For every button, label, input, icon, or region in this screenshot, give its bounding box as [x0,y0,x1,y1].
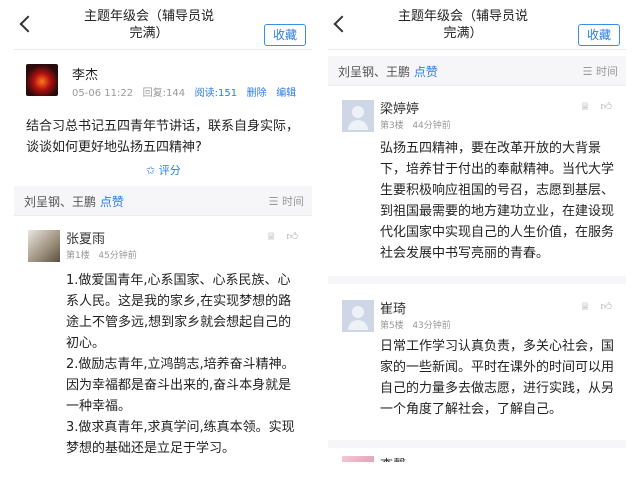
top-bar: 主题年级会（辅导员说 完满） 收藏 [328,0,626,50]
commenter-name[interactable]: 梁婷婷 [380,98,419,117]
award-icon[interactable]: ♕ [580,100,590,113]
right-screen: 主题年级会（辅导员说 完满） 收藏 刘呈钢、王鹏 点赞 ☰ 时间 梁婷婷 第3楼… [328,0,626,480]
favorite-button[interactable]: 收藏 [578,24,620,46]
sort-button[interactable]: ☰ 时间 [269,193,304,209]
comment-meta: 第3楼 44分钟前 [380,118,451,131]
top-bar: 主题年级会（辅导员说 完满） 收藏 [14,0,312,50]
bottom-edge [0,462,640,480]
comment-item: 张夏雨 第1楼 45分钟前 ♕ 👍︎ 1.做爱国青年,心系国家、心系民族、心系人… [14,218,312,468]
like-list: 刘呈钢、王鹏 点赞 [338,63,438,80]
like-bar: 刘呈钢、王鹏 点赞 ☰ 时间 [328,56,626,86]
title-line-2: 完满） [443,26,483,41]
comment-meta: 第1楼 45分钟前 [66,248,137,261]
thumb-up-icon[interactable]: 👍︎ [601,300,613,313]
floor-number: 第1楼 [66,251,90,261]
post-date: 05-06 11:22 [72,88,134,99]
rate-label: 评分 [158,164,181,177]
reply-count: 回复:144 [142,88,186,99]
comment-time: 44分钟前 [412,121,451,131]
back-chevron-icon[interactable] [333,15,351,33]
commenter-name[interactable]: 张夏雨 [66,228,105,247]
award-icon[interactable]: ♕ [580,300,590,313]
liker-names[interactable]: 刘呈钢、王鹏 [24,195,96,209]
floor-number: 第5楼 [380,321,404,331]
sort-icon: ☰ [268,195,279,208]
edit-link[interactable]: 编辑 [276,88,296,99]
like-list: 刘呈钢、王鹏 点赞 [24,193,124,210]
sort-label: 时间 [282,195,304,208]
sort-icon: ☰ [582,65,593,78]
comment-time: 45分钟前 [98,251,137,261]
read-count: 阅读:151 [194,88,238,99]
back-chevron-icon[interactable] [19,15,37,33]
sort-button[interactable]: ☰ 时间 [583,63,618,79]
comment-actions: ♕ 👍︎ [580,300,612,313]
post-meta: 05-06 11:22 回复:144 阅读:151 删除 编辑 [72,84,296,99]
liker-names[interactable]: 刘呈钢、王鹏 [338,65,410,79]
main-post: 李杰 05-06 11:22 回复:144 阅读:151 删除 编辑 结合习总书… [14,52,312,180]
page-title: 主题年级会（辅导员说 完满） [388,8,538,42]
commenter-avatar[interactable] [28,230,60,262]
title-line-1: 主题年级会（辅导员说 [397,9,528,24]
comment-body: 日常工作学习认真负责，多关心社会，国家的一些新闻。平时在课外的时间可以用自己的力… [380,339,615,417]
thumb-up-icon[interactable]: 👍︎ [601,100,613,113]
sort-label: 时间 [596,65,618,78]
floor-number: 第3楼 [380,121,404,131]
delete-link[interactable]: 删除 [247,88,267,99]
comment-actions: ♕ 👍︎ [266,230,298,243]
left-screen: 主题年级会（辅导员说 完满） 收藏 李杰 05-06 11:22 回复:144 … [14,0,312,480]
author-name[interactable]: 李杰 [72,64,98,83]
like-bar: 刘呈钢、王鹏 点赞 ☰ 时间 [14,186,312,216]
comment-meta: 第5楼 43分钟前 [380,318,451,331]
comment-actions: ♕ 👍︎ [580,100,612,113]
rating-icon: ✩ [146,164,156,177]
award-icon[interactable]: ♕ [266,230,276,243]
comment-item: 崔琦 第5楼 43分钟前 ♕ 👍︎ 日常工作学习认真负责，多关心社会，国家的一些… [328,288,626,448]
comment-body: 弘扬五四精神，要在改革开放的大背景下，培养甘于付出的奉献精神。当代大学生要积极响… [380,141,615,261]
comment-body: 1.做爱国青年,心系国家、心系民族、心系人民。这是我的家乡,在实现梦想的路途上不… [66,273,295,456]
like-button[interactable]: 点赞 [100,195,124,209]
page-title: 主题年级会（辅导员说 完满） [74,8,224,42]
comment-item: 梁婷婷 第3楼 44分钟前 ♕ 👍︎ 弘扬五四精神，要在改革开放的大背景下，培养… [328,88,626,284]
title-line-1: 主题年级会（辅导员说 [83,9,214,24]
comment-time: 43分钟前 [412,321,451,331]
like-button[interactable]: 点赞 [414,65,438,79]
commenter-name[interactable]: 崔琦 [380,298,406,317]
favorite-button[interactable]: 收藏 [264,24,306,46]
thumb-up-icon[interactable]: 👍︎ [287,230,299,243]
author-avatar[interactable] [26,64,58,96]
post-body: 结合习总书记五四青年节讲话，联系自身实际，谈谈如何更好地弘扬五四精神? [26,119,300,155]
commenter-avatar[interactable] [342,100,374,132]
title-line-2: 完满） [129,26,169,41]
panel-divider [312,0,328,480]
commenter-avatar[interactable] [342,300,374,332]
rate-button[interactable]: ✩ 评分 [146,162,181,178]
